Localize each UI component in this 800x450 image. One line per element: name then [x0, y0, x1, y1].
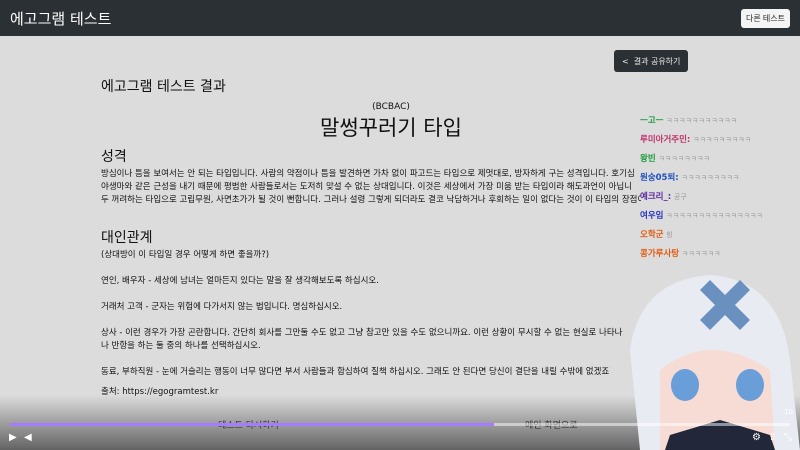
chat-message: 오학군 힝: [640, 229, 800, 242]
result-heading: 에고그램 테스트 결과: [101, 79, 226, 95]
result-content: 에고그램 테스트 결과 (BCBAC) 말썽꾸러기 타입 성격 방심이나 틈을 …: [101, 76, 641, 399]
type-name: 말썽꾸러기 타입: [320, 116, 462, 140]
chat-username[interactable]: 여우임: [640, 211, 663, 221]
share-label: 결과 공유하기: [633, 56, 681, 66]
personality-heading: 성격: [101, 149, 127, 165]
share-video-icon[interactable]: ⇧: [768, 432, 776, 443]
chat-username[interactable]: 콩가루사탕: [640, 249, 679, 259]
video-progress-bar[interactable]: [10, 423, 790, 426]
chat-text: ㅋㅋㅋㅋㅋㅋ: [681, 250, 721, 258]
chat-username[interactable]: 루미아거주민:: [640, 135, 690, 145]
relations-intro: (상대방이 이 타입일 경우 어떻게 하면 좋을까?): [101, 250, 270, 260]
vtuber-avatar: [630, 275, 800, 450]
top-navbar: 에고그램 테스트 다른 테스트: [0, 0, 800, 36]
relation-item: 거래처 고객 - 군자는 위험에 다가서지 않는 법입니다. 명심하십시오.: [101, 302, 343, 312]
other-test-button[interactable]: 다른 테스트: [740, 8, 790, 28]
chat-text: 힝: [666, 231, 673, 239]
share-result-button[interactable]: < 결과 공유하기: [614, 50, 689, 72]
chat-username[interactable]: 원숭05퇴:: [640, 173, 679, 183]
timer: 10: [784, 408, 793, 416]
relation-item: 연인, 배우자 - 세상에 남녀는 얼마든지 있다는 말을 잘 생각해보도록 하…: [101, 276, 379, 286]
chat-message: 루미아거주민: ㅋㅋㅋㅋㅋㅋㅋㅋㅋ: [640, 134, 800, 147]
progress-fill: [10, 423, 494, 426]
volume-icon[interactable]: ◀: [24, 432, 32, 443]
chat-text: ㅋㅋㅋㅋㅋㅋㅋㅋㅋ: [693, 136, 751, 144]
chat-message: 원숭05퇴: ㅋㅋㅋㅋㅋㅋㅋㅋㅋ: [640, 172, 800, 185]
chat-username[interactable]: 예크리_:: [640, 192, 671, 202]
type-code: (BCBAC): [372, 102, 410, 112]
settings-icon[interactable]: ⚙: [752, 432, 761, 443]
chat-username[interactable]: 왕빈: [640, 154, 656, 164]
exit-fullscreen-icon[interactable]: ⤡: [784, 432, 792, 443]
personality-line: 야생마와 같은 근성을 내기 때문에 평범한 사람들로서는 도저히 맞설 수 없…: [101, 182, 633, 192]
personality-line: 방심이나 틈을 보여서는 안 되는 타입입니다. 사람의 약점이나 틈을 발견하…: [101, 169, 635, 179]
share-icon: <: [622, 56, 629, 66]
chat-text: ㅋㅋㅋㅋㅋㅋㅋㅋㅋ: [681, 174, 740, 182]
relation-item: 나 반항을 하는 둘 중의 하나를 선택하십시오.: [101, 341, 261, 351]
relations-heading: 대인관계: [101, 230, 153, 246]
relation-item: 동료, 부하직원 - 눈에 거슬리는 행동이 너무 많다면 부서 사람들과 합심…: [101, 367, 610, 377]
chat-message: 여우임 ㅋㅋㅋㅋㅋㅋㅋㅋㅋㅋㅋㅋㅋㅋㅋ: [640, 210, 800, 223]
chat-overlay: ㅡ고ㅡ ㅋㅋㅋㅋㅋㅋㅋㅋㅋㅋㅋ 루미아거주민: ㅋㅋㅋㅋㅋㅋㅋㅋㅋ 왕빈 ㅋㅋㅋㅋㅋ…: [640, 115, 800, 267]
play-icon[interactable]: ▶: [9, 432, 17, 443]
personality-line: 두 꺼려하는 타입으로 고립무원, 사면초가가 될 것이 뻔합니다. 그러나 설…: [101, 195, 641, 205]
chat-message: 예크리_: 공구: [640, 191, 800, 204]
chat-message: ㅡ고ㅡ ㅋㅋㅋㅋㅋㅋㅋㅋㅋㅋㅋ: [640, 115, 800, 128]
relation-item: 상사 - 이런 경우가 가장 곤란합니다. 간단히 회사를 그만둘 수도 없고 …: [101, 328, 623, 338]
chat-username[interactable]: 오학군: [640, 230, 663, 240]
brand-title[interactable]: 에고그램 테스트: [10, 8, 111, 29]
chat-text: ㅋㅋㅋㅋㅋㅋㅋㅋㅋㅋㅋ: [666, 117, 738, 125]
chat-text: ㅋㅋㅋㅋㅋㅋㅋㅋㅋㅋㅋㅋㅋㅋㅋ: [666, 212, 763, 220]
chat-text: ㅋㅋㅋㅋㅋㅋㅋㅋ: [658, 155, 710, 163]
chat-message: 왕빈 ㅋㅋㅋㅋㅋㅋㅋㅋ: [640, 153, 800, 166]
chat-username[interactable]: ㅡ고ㅡ: [640, 116, 663, 126]
chat-text: 공구: [673, 193, 687, 201]
